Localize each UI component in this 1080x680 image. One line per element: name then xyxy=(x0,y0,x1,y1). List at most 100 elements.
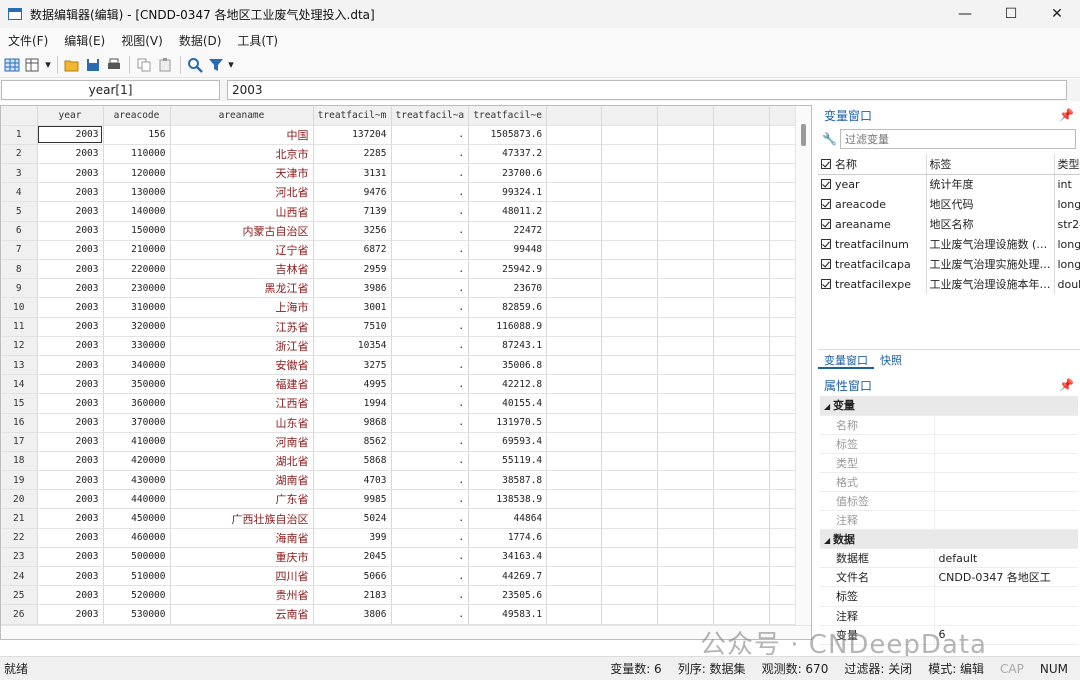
name-column-header[interactable]: 名称 xyxy=(818,154,927,175)
checkbox-icon[interactable] xyxy=(821,218,831,229)
empty-cell[interactable] xyxy=(601,182,659,203)
data-cell[interactable]: 47337.2 xyxy=(468,144,548,165)
data-cell[interactable]: . xyxy=(391,528,470,548)
data-cell[interactable]: 2003 xyxy=(37,278,104,299)
empty-cell[interactable] xyxy=(769,413,798,433)
data-cell[interactable]: 500000 xyxy=(103,547,171,568)
label-column-header[interactable]: 标签 xyxy=(926,154,1055,175)
data-cell[interactable]: 3001 xyxy=(313,297,392,318)
data-cell[interactable]: 440000 xyxy=(103,489,171,510)
empty-cell[interactable] xyxy=(601,489,659,510)
empty-cell[interactable] xyxy=(546,182,603,203)
empty-cell[interactable] xyxy=(657,585,715,606)
data-cell[interactable]: 40155.4 xyxy=(468,393,548,414)
empty-cell[interactable] xyxy=(657,125,715,145)
empty-cell[interactable] xyxy=(546,432,603,452)
data-cell[interactable]: 450000 xyxy=(103,508,171,529)
data-cell[interactable]: 23505.6 xyxy=(468,585,548,606)
empty-cell[interactable] xyxy=(769,604,798,625)
data-cell[interactable]: 23670 xyxy=(468,278,548,299)
empty-column-header[interactable] xyxy=(546,106,603,126)
type-column-header[interactable]: 类型 xyxy=(1054,154,1080,175)
variable-row[interactable]: treatfacilnum 工业废气治理设施数 (… long xyxy=(818,234,1080,254)
empty-cell[interactable] xyxy=(546,336,603,356)
pin-icon[interactable]: 📌 xyxy=(1059,108,1074,122)
empty-cell[interactable] xyxy=(546,470,603,491)
empty-cell[interactable] xyxy=(657,297,715,318)
empty-cell[interactable] xyxy=(657,604,715,625)
empty-cell[interactable] xyxy=(657,489,715,510)
empty-cell[interactable] xyxy=(601,470,659,491)
empty-cell[interactable] xyxy=(601,259,659,280)
variable-row[interactable]: areacode 地区代码 long xyxy=(818,194,1080,214)
empty-cell[interactable] xyxy=(769,201,798,222)
property-value[interactable] xyxy=(933,472,1078,492)
data-cell[interactable]: 江西省 xyxy=(170,393,314,414)
empty-cell[interactable] xyxy=(546,144,603,165)
data-cell[interactable]: . xyxy=(391,317,470,337)
empty-cell[interactable] xyxy=(601,317,659,337)
empty-cell[interactable] xyxy=(601,508,659,529)
data-cell[interactable]: 131970.5 xyxy=(468,413,548,433)
empty-column-header[interactable] xyxy=(657,106,715,126)
data-cell[interactable]: 4703 xyxy=(313,470,392,491)
empty-cell[interactable] xyxy=(713,393,771,414)
data-cell[interactable]: 1994 xyxy=(313,393,392,414)
row-number[interactable]: 23 xyxy=(1,547,38,568)
data-cell[interactable]: 99448 xyxy=(468,240,548,261)
data-cell[interactable]: 38587.8 xyxy=(468,470,548,491)
row-number[interactable]: 2 xyxy=(1,144,38,165)
data-grid[interactable]: year areacode areaname treatfacil~m treatfac… xyxy=(0,105,812,640)
row-number[interactable]: 8 xyxy=(1,259,38,280)
empty-cell[interactable] xyxy=(769,566,798,587)
dropdown-arrow-icon[interactable]: ▾ xyxy=(227,55,235,75)
row-number[interactable]: 6 xyxy=(1,221,38,241)
filter-variables-input[interactable] xyxy=(840,129,1076,149)
data-cell[interactable]: . xyxy=(391,604,470,625)
data-cell[interactable]: 430000 xyxy=(103,470,171,491)
variable-row[interactable]: treatfacilexpe工业废气治理设施本年…double xyxy=(818,274,1080,294)
empty-cell[interactable] xyxy=(769,297,798,318)
data-cell[interactable]: . xyxy=(391,585,470,606)
empty-cell[interactable] xyxy=(769,182,798,203)
property-value[interactable] xyxy=(933,434,1078,454)
empty-cell[interactable] xyxy=(657,566,715,587)
data-cell[interactable]: 460000 xyxy=(103,528,171,548)
empty-cell[interactable] xyxy=(601,355,659,376)
empty-cell[interactable] xyxy=(657,221,715,241)
empty-cell[interactable] xyxy=(713,163,771,184)
empty-cell[interactable] xyxy=(601,393,659,414)
empty-cell[interactable] xyxy=(601,451,659,472)
empty-cell[interactable] xyxy=(713,259,771,280)
data-cell[interactable]: 重庆市 xyxy=(170,547,314,568)
data-cell[interactable]: 399 xyxy=(313,528,392,548)
row-number[interactable]: 7 xyxy=(1,240,38,261)
empty-cell[interactable] xyxy=(657,278,715,299)
empty-cell[interactable] xyxy=(546,508,603,529)
empty-cell[interactable] xyxy=(713,125,771,145)
empty-cell[interactable] xyxy=(601,585,659,606)
column-header-areaname[interactable]: areaname xyxy=(170,106,314,126)
collapse-arrow-icon[interactable]: ◢ xyxy=(824,536,833,545)
property-value[interactable]: CNDD-0347 各地区工 xyxy=(933,567,1078,588)
data-cell[interactable]: 2959 xyxy=(313,259,392,280)
data-cell[interactable]: 350000 xyxy=(103,374,171,395)
empty-cell[interactable] xyxy=(769,240,798,261)
data-cell[interactable]: 2003 xyxy=(37,489,104,510)
empty-column-header[interactable] xyxy=(601,106,659,126)
tab-snapshots[interactable]: 快照 xyxy=(874,350,908,369)
empty-cell[interactable] xyxy=(601,432,659,452)
empty-cell[interactable] xyxy=(601,278,659,299)
checkbox-icon[interactable] xyxy=(821,198,831,209)
data-cell[interactable]: 2003 xyxy=(37,508,104,529)
data-cell[interactable]: . xyxy=(391,221,470,241)
search-icon[interactable] xyxy=(185,55,205,75)
row-number[interactable]: 18 xyxy=(1,451,38,472)
data-cell[interactable]: 3256 xyxy=(313,221,392,241)
data-cell[interactable]: 69593.4 xyxy=(468,432,548,452)
empty-cell[interactable] xyxy=(546,355,603,376)
data-cell[interactable]: 2003 xyxy=(37,470,104,491)
empty-cell[interactable] xyxy=(769,163,798,184)
empty-cell[interactable] xyxy=(769,393,798,414)
data-cell[interactable]: 云南省 xyxy=(170,604,314,625)
